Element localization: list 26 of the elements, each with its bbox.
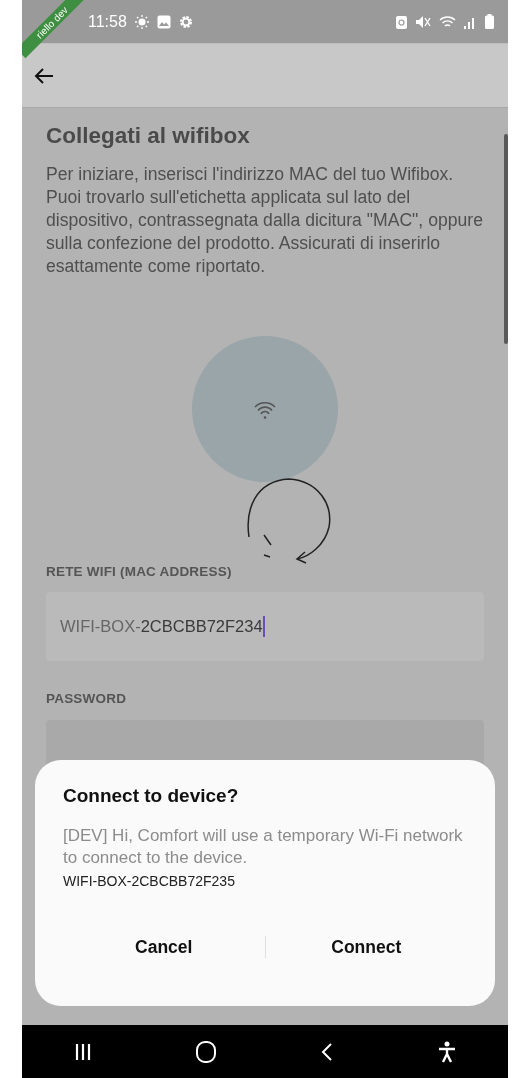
- connect-button[interactable]: Connect: [265, 929, 467, 964]
- page-title: Collegati al wifibox: [46, 122, 251, 149]
- image-icon: [156, 14, 171, 29]
- wifi-icon: [439, 14, 456, 29]
- recent-apps-button[interactable]: [74, 1042, 91, 1061]
- network-name: WIFI-BOX-2CBCBB72F235: [63, 871, 236, 891]
- cancel-button[interactable]: Cancel: [63, 929, 265, 964]
- field-label: PASSWORD: [46, 690, 128, 709]
- mute-icon: [415, 14, 431, 29]
- input-prefix: WIFI-BOX-: [60, 616, 141, 638]
- battery-saver-icon: [396, 14, 407, 29]
- field-label: RETE WIFI (MAC ADDRESS): [46, 563, 233, 581]
- back-nav-button[interactable]: [320, 1041, 333, 1062]
- accessibility-button[interactable]: [437, 1040, 456, 1063]
- description: Per iniziare, inserisci l'indirizzo MAC del tuo Wifibox. Puoi trovarlo sull'etichetta applicata sul lato del dispositivo, contrassegnata dalla dicitura "MAC", oppure sulla confezione del prodotto. Assicurati di inserirlo esattamente come riportato.: [46, 163, 484, 278]
- battery-icon: [485, 14, 494, 29]
- home-button[interactable]: [195, 1040, 216, 1063]
- clock: 11:58: [88, 11, 127, 32]
- input-value: 2CBCBB72F234: [140, 616, 263, 638]
- back-button[interactable]: [34, 66, 54, 85]
- dialog-title: Connect to device?: [63, 784, 240, 808]
- settings-icon: [178, 14, 193, 29]
- dialog-message: [DEV] Hi, Comfort will use a temporary Wi-Fi network to connect to the device.: [63, 824, 464, 869]
- brightness-icon: [134, 14, 149, 29]
- wifi-badge-icon: [192, 336, 338, 482]
- mac-address-field[interactable]: WIFI-BOX-2CBCBB72F234: [46, 592, 484, 662]
